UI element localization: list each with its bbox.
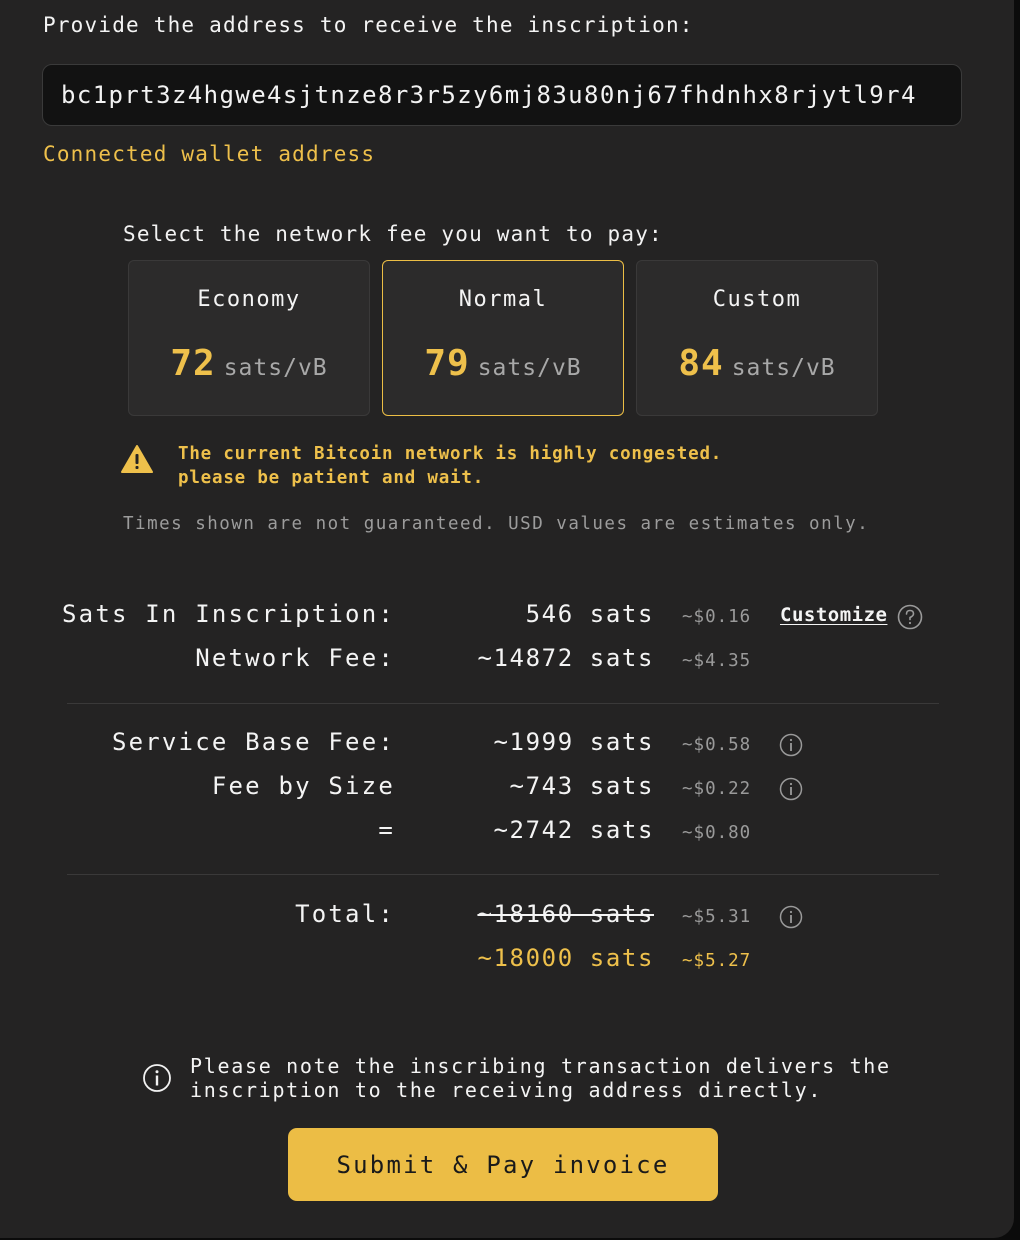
- fee-option-custom[interactable]: Custom 84 sats/vB: [636, 260, 878, 416]
- fee-section-title: Select the network fee you want to pay:: [123, 222, 663, 246]
- estimate-disclaimer: Times shown are not guaranteed. USD valu…: [123, 514, 870, 534]
- fee-option-rate: 72 sats/vB: [129, 343, 369, 384]
- delivery-note: Please note the inscribing transaction d…: [190, 1054, 891, 1102]
- fee-option-name: Custom: [712, 287, 802, 312]
- total-discounted-usd: ~$5.27: [682, 951, 752, 971]
- fee-option-name: Normal: [458, 287, 548, 312]
- fee-rate-value: 79: [424, 343, 470, 384]
- service-subtotal-usd: ~$0.80: [682, 823, 752, 843]
- total-discounted-value: ~18000 sats: [477, 944, 654, 972]
- fee-option-name: Economy: [197, 287, 301, 312]
- info-icon: [143, 1064, 171, 1092]
- warning-icon: [121, 445, 153, 473]
- sats-in-inscription-usd: ~$0.16: [682, 607, 752, 627]
- fee-rate-value: 84: [678, 343, 724, 384]
- connected-wallet-label[interactable]: Connected wallet address: [43, 142, 375, 166]
- fee-rate-unit: sats/vB: [223, 355, 328, 381]
- divider: [67, 703, 939, 704]
- warning-line: please be patient and wait.: [178, 468, 485, 488]
- service-base-fee-value: ~1999 sats: [493, 728, 654, 756]
- fee-option-economy[interactable]: Economy 72 sats/vB: [128, 260, 370, 416]
- submit-pay-invoice-button[interactable]: Submit & Pay invoice: [288, 1128, 718, 1201]
- service-base-fee-usd: ~$0.58: [682, 735, 752, 755]
- info-icon[interactable]: [779, 733, 803, 757]
- receive-address-input[interactable]: [42, 64, 962, 126]
- inscription-panel: Provide the address to receive the inscr…: [0, 0, 1014, 1238]
- sats-in-inscription-value: 546 sats: [525, 600, 654, 628]
- info-icon[interactable]: [779, 777, 803, 801]
- network-fee-value: ~14872 sats: [477, 644, 654, 672]
- fee-option-normal[interactable]: Normal 79 sats/vB: [382, 260, 624, 416]
- address-title: Provide the address to receive the inscr…: [43, 13, 694, 37]
- network-fee-usd: ~$4.35: [682, 651, 752, 671]
- note-line: inscription to the receiving address dir…: [190, 1078, 823, 1102]
- customize-link[interactable]: Customize: [780, 604, 887, 626]
- total-original-usd: ~$5.31: [682, 907, 752, 927]
- congestion-warning: The current Bitcoin network is highly co…: [178, 442, 722, 490]
- service-subtotal-value: ~2742 sats: [493, 816, 654, 844]
- fee-rate-unit: sats/vB: [477, 355, 582, 381]
- fee-option-rate: 84 sats/vB: [637, 343, 877, 384]
- info-icon[interactable]: [779, 905, 803, 929]
- fee-option-rate: 79 sats/vB: [383, 343, 623, 384]
- warning-line: The current Bitcoin network is highly co…: [178, 444, 723, 464]
- fee-rate-unit: sats/vB: [731, 355, 836, 381]
- fee-rate-value: 72: [170, 343, 216, 384]
- divider: [67, 874, 939, 875]
- help-icon[interactable]: [897, 604, 923, 630]
- fee-by-size-usd: ~$0.22: [682, 779, 752, 799]
- note-line: Please note the inscribing transaction d…: [190, 1054, 891, 1078]
- fee-by-size-value: ~743 sats: [509, 772, 654, 800]
- total-original-value: ~18160 sats: [477, 900, 654, 928]
